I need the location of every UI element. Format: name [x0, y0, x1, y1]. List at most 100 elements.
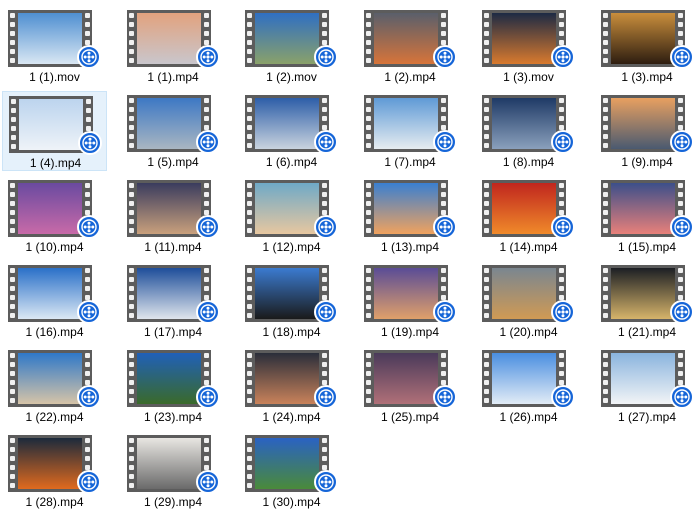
file-item[interactable]: 1 (25).mp4: [358, 346, 463, 426]
film-perforations: [482, 10, 491, 67]
film-reel-icon: [314, 45, 338, 69]
file-name: 1 (6).mp4: [265, 155, 318, 169]
file-name: 1 (18).mp4: [262, 325, 321, 339]
file-name: 1 (1).mov: [29, 70, 80, 84]
file-item[interactable]: 1 (17).mp4: [121, 261, 226, 341]
film-perforations: [127, 435, 136, 492]
file-item[interactable]: 1 (19).mp4: [358, 261, 463, 341]
file-name: 1 (17).mp4: [143, 325, 203, 339]
file-item[interactable]: 1 (3).mp4: [595, 6, 700, 86]
thumbnail-image: [255, 183, 319, 234]
file-item[interactable]: 1 (29).mp4: [121, 431, 226, 511]
thumbnail-image: [136, 13, 201, 64]
file-item[interactable]: 1 (6).mp4: [239, 91, 344, 171]
file-item[interactable]: 1 (23).mp4: [121, 346, 226, 426]
film-perforations: [364, 95, 373, 152]
file-item[interactable]: 1 (20).mp4: [476, 261, 581, 341]
thumbnail-image: [18, 353, 82, 404]
file-item[interactable]: 1 (24).mp4: [239, 346, 344, 426]
film-perforations: [245, 180, 254, 237]
file-item[interactable]: 1 (27).mp4: [595, 346, 700, 426]
file-item[interactable]: 1 (8).mp4: [476, 91, 581, 171]
film-reel-icon: [551, 300, 575, 324]
file-name: 1 (7).mp4: [384, 155, 436, 169]
file-item[interactable]: 1 (16).mp4: [2, 261, 107, 341]
film-perforations: [482, 180, 491, 237]
file-name: 1 (21).mp4: [617, 325, 677, 339]
film-perforations: [245, 95, 254, 152]
film-reel-icon: [314, 300, 338, 324]
file-item[interactable]: 1 (21).mp4: [595, 261, 700, 341]
thumbnail-image: [492, 13, 556, 64]
film-reel-icon: [77, 215, 101, 239]
file-item[interactable]: 1 (11).mp4: [121, 176, 226, 256]
film-perforations: [482, 95, 491, 152]
thumbnail-image: [18, 183, 82, 234]
file-name: 1 (22).mp4: [25, 410, 84, 424]
file-name: 1 (12).mp4: [262, 240, 321, 254]
file-item[interactable]: 1 (4).mp4: [2, 91, 107, 171]
file-name: 1 (11).mp4: [144, 240, 202, 254]
file-item[interactable]: 1 (1).mov: [2, 6, 107, 86]
file-name: 1 (14).mp4: [499, 240, 558, 254]
film-reel-icon: [195, 385, 220, 409]
film-perforations: [245, 435, 254, 492]
file-name: 1 (3).mov: [503, 70, 554, 84]
film-reel-icon: [314, 215, 338, 239]
file-name: 1 (5).mp4: [147, 155, 199, 169]
file-item[interactable]: 1 (3).mov: [476, 6, 581, 86]
film-perforations: [127, 350, 136, 407]
film-perforations: [364, 350, 373, 407]
thumbnail-image: [255, 13, 319, 64]
thumbnail-image: [18, 13, 82, 64]
file-item[interactable]: 1 (28).mp4: [2, 431, 107, 511]
file-name: 1 (27).mp4: [617, 410, 677, 424]
file-name: 1 (8).mp4: [502, 155, 555, 169]
file-name: 1 (20).mp4: [499, 325, 558, 339]
thumbnail-image: [255, 268, 319, 319]
file-item[interactable]: 1 (12).mp4: [239, 176, 344, 256]
file-item[interactable]: 1 (18).mp4: [239, 261, 344, 341]
thumbnail-image: [19, 99, 83, 150]
film-perforations: [127, 95, 136, 152]
file-item[interactable]: 1 (5).mp4: [121, 91, 226, 171]
film-reel-icon: [314, 385, 338, 409]
file-name: 1 (1).mp4: [147, 70, 199, 84]
file-item[interactable]: 1 (26).mp4: [476, 346, 581, 426]
file-item[interactable]: 1 (1).mp4: [121, 6, 226, 86]
file-item[interactable]: 1 (13).mp4: [358, 176, 463, 256]
film-reel-icon: [432, 215, 457, 239]
film-reel-icon: [77, 45, 101, 69]
thumbnail-image: [136, 183, 201, 234]
file-item[interactable]: 1 (10).mp4: [2, 176, 107, 256]
thumbnail-image: [255, 438, 319, 489]
film-perforations: [364, 10, 373, 67]
file-item[interactable]: 1 (22).mp4: [2, 346, 107, 426]
file-name: 1 (2).mov: [266, 70, 317, 84]
file-item[interactable]: 1 (2).mp4: [358, 6, 463, 86]
file-item[interactable]: 1 (2).mov: [239, 6, 344, 86]
thumbnail-image: [610, 183, 675, 234]
thumbnail-image: [136, 98, 201, 149]
file-item[interactable]: 1 (9).mp4: [595, 91, 700, 171]
thumbnail-image: [492, 98, 556, 149]
film-perforations: [8, 435, 17, 492]
file-name: 1 (9).mp4: [621, 155, 673, 169]
thumbnail-image: [610, 13, 675, 64]
film-perforations: [127, 180, 136, 237]
file-name: 1 (23).mp4: [143, 410, 203, 424]
thumbnail-image: [18, 438, 82, 489]
thumbnail-image: [492, 183, 556, 234]
film-perforations: [8, 265, 17, 322]
file-name: 1 (29).mp4: [143, 495, 203, 509]
file-item[interactable]: 1 (14).mp4: [476, 176, 581, 256]
film-perforations: [9, 96, 18, 153]
file-item[interactable]: 1 (15).mp4: [595, 176, 700, 256]
film-reel-icon: [669, 45, 694, 69]
file-item[interactable]: 1 (7).mp4: [358, 91, 463, 171]
film-reel-icon: [77, 385, 101, 409]
thumbnail-image: [492, 353, 556, 404]
file-name: 1 (30).mp4: [262, 495, 321, 509]
file-name: 1 (13).mp4: [380, 240, 440, 254]
file-item[interactable]: 1 (30).mp4: [239, 431, 344, 511]
